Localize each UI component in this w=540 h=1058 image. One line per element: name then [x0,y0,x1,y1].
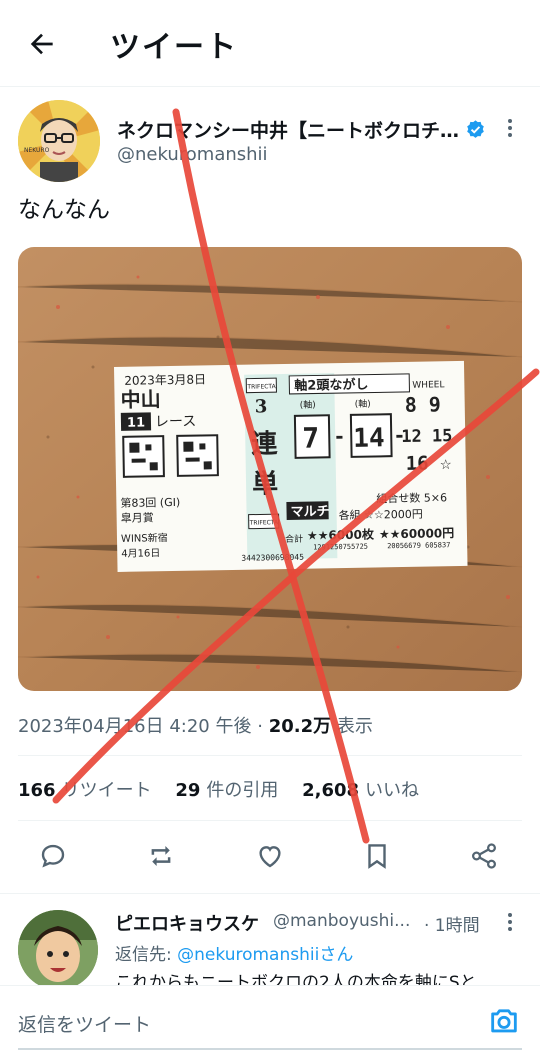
reply-composer: 返信をツイート [0,985,540,1058]
views-label: 表示 [336,716,373,737]
views-count: 20.2万 [268,716,332,737]
quotes-stat[interactable]: 29 件の引用 [175,780,278,801]
author-display-name[interactable]: ネクロマンシー中井【ニートボクロチ… [117,116,459,143]
retweets-label: リツイート [61,780,152,801]
svg-text:14: 14 [353,423,385,454]
svg-text:★★6000枚: ★★6000枚 [307,526,375,542]
likes-label: いいね [365,780,420,801]
heart-icon[interactable] [255,841,285,871]
divider [0,893,540,894]
camera-icon[interactable] [487,1004,521,1038]
svg-text:2023年3月8日: 2023年3月8日 [124,372,206,387]
svg-text:TRIFECTA: TRIFECTA [246,383,276,391]
verified-badge-icon [467,120,484,138]
author-name-row[interactable]: ネクロマンシー中井【ニートボクロチ… [117,116,486,143]
quotes-label: 件の引用 [206,780,279,801]
svg-text:★★60000円: ★★60000円 [379,526,454,541]
svg-text:単: 単 [252,469,279,499]
likes-count: 2,608 [302,780,360,801]
more-options-icon[interactable] [500,116,520,140]
svg-text:16 ☆: 16 ☆ [406,452,452,475]
tweet-meta: 2023年04月16日 4:20 午後 · 20.2万 表示 [18,712,373,738]
reply-author-handle[interactable]: @manboyushi... [273,911,410,931]
reply-avatar[interactable] [18,910,98,990]
svg-text:レース: レース [155,414,197,431]
tweet-photo[interactable]: 2023年3月8日 中山 11 レース 第83回 (GI) 皐月賞 WINS新宿… [18,247,522,691]
svg-text:皐月賞: 皐月賞 [121,510,154,525]
divider [18,820,522,821]
svg-text:4月16日: 4月16日 [121,547,160,560]
svg-text:TRIFECTA: TRIFECTA [249,519,279,527]
svg-text:(軸): (軸) [355,398,371,410]
retweet-icon[interactable] [146,841,176,871]
reply-to-prefix: 返信先: [115,945,178,965]
tweet-stats: 166 リツイート 29 件の引用 2,608 いいね [18,776,437,802]
reply-input[interactable]: 返信をツイート [18,1010,151,1037]
svg-text:軸2頭ながし: 軸2頭ながし [294,377,368,394]
svg-text:各組 ☆☆2000円: 各組 ☆☆2000円 [338,507,422,522]
svg-text:合計: 合計 [285,533,303,545]
author-avatar[interactable]: NEKURO [18,100,100,182]
svg-text:NEKURO: NEKURO [24,147,50,154]
svg-text:WINS新宿: WINS新宿 [121,531,168,545]
svg-text:第83回 (GI): 第83回 (GI) [120,495,180,510]
svg-text:11: 11 [127,415,145,430]
svg-text:(軸): (軸) [300,398,316,410]
quotes-count: 29 [175,780,201,801]
svg-text:連: 連 [251,429,279,459]
bookmark-icon[interactable] [362,841,392,871]
svg-text:20056679 605837: 20056679 605837 [387,541,450,550]
input-underline [18,1048,522,1050]
share-icon[interactable] [469,841,499,871]
page-title: ツイート [110,30,238,65]
svg-text:-: - [335,424,344,448]
svg-text:12 15: 12 15 [401,426,453,447]
top-bar: ツイート [0,0,540,87]
tweet-timestamp[interactable]: 2023年04月16日 4:20 午後 [18,716,251,737]
tweet-text: なんなん [18,197,110,223]
retweets-count: 166 [18,780,56,801]
reply-author-name[interactable]: ピエロキョウスケ [115,910,259,936]
reply-icon[interactable] [38,841,68,871]
svg-text:組合せ数 5×6: 組合せ数 5×6 [376,490,447,505]
reply-time[interactable]: · 1時間 [424,911,480,936]
svg-text:マルチ: マルチ [290,504,329,520]
svg-text:中山: 中山 [120,387,160,412]
more-options-icon[interactable] [500,910,520,934]
divider [18,755,522,756]
author-handle[interactable]: @nekuromanshii [117,144,268,165]
reply-to-line: 返信先: @nekuromanshiiさん [115,940,353,965]
arrow-left-icon[interactable] [26,28,58,60]
likes-stat[interactable]: 2,608 いいね [302,780,419,801]
meta-separator: · [257,716,263,737]
svg-text:7: 7 [302,421,319,454]
svg-text:1291250755725: 1291250755725 [313,543,368,552]
svg-text:3: 3 [255,396,268,417]
retweets-stat[interactable]: 166 リツイート [18,780,152,801]
svg-text:WHEEL: WHEEL [412,380,444,391]
betting-ticket-image: 2023年3月8日 中山 11 レース 第83回 (GI) 皐月賞 WINS新宿… [18,247,522,691]
svg-text:3442300698045: 3442300698045 [241,553,304,563]
reply-to-link[interactable]: @nekuromanshiiさん [177,945,353,965]
svg-text:8 9: 8 9 [404,392,441,417]
